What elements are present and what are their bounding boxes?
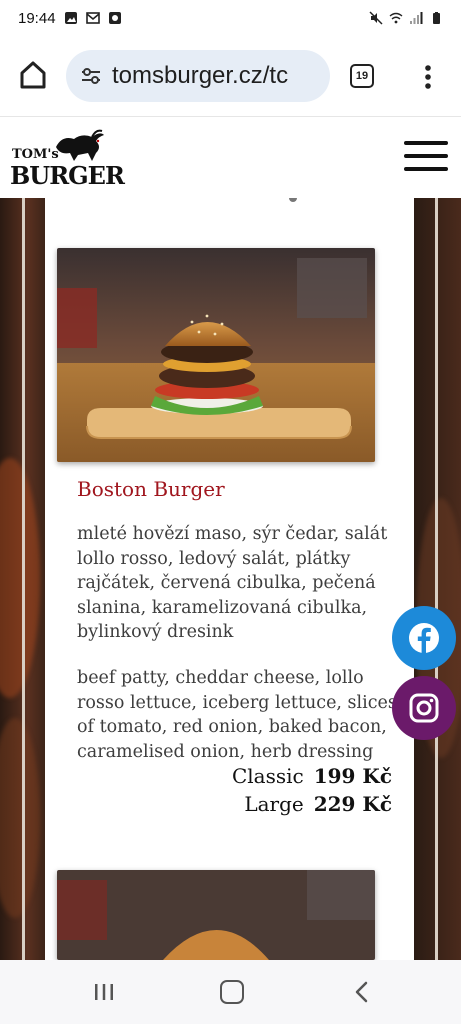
status-right xyxy=(369,11,443,25)
menu-card: Boston Burger mleté hovězí maso, sýr čed… xyxy=(45,198,414,960)
scroll-mark xyxy=(289,198,297,202)
photo-icon xyxy=(64,12,77,24)
battery-icon xyxy=(433,12,440,24)
system-navigation-bar xyxy=(0,960,461,1024)
next-item-photo xyxy=(57,870,375,960)
signal-icon xyxy=(410,12,423,24)
wifi-icon xyxy=(389,12,403,24)
url-text[interactable]: tomsburger.cz/tc xyxy=(112,62,288,90)
background-stripe xyxy=(435,198,438,960)
instagram-button[interactable] xyxy=(392,676,456,740)
item-description-en: beef patty, cheddar cheese, lollo rosso … xyxy=(77,668,397,762)
recent-apps-icon[interactable] xyxy=(92,980,116,1004)
more-options-icon[interactable] xyxy=(418,62,438,92)
gmail-icon xyxy=(85,12,100,24)
price-row-classic: Classic 199 Kč xyxy=(232,764,392,788)
logo-text-bottom: BURGER xyxy=(10,161,125,190)
tab-switcher-button[interactable]: 19 xyxy=(350,64,374,88)
status-time: 19:44 xyxy=(18,9,56,27)
background-blur xyxy=(0,718,40,918)
facebook-button[interactable] xyxy=(392,606,456,670)
status-left: 19:44 xyxy=(18,10,122,27)
hamburger-menu-icon[interactable] xyxy=(404,141,448,175)
price-row-large: Large 229 Kč xyxy=(244,792,392,816)
logo-text-top: TOM's xyxy=(12,147,59,162)
page-background: Boston Burger mleté hovězí maso, sýr čed… xyxy=(0,198,461,960)
background-stripe xyxy=(22,198,25,960)
price-value: 199 Kč xyxy=(313,764,392,788)
address-bar[interactable]: tomsburger.cz/tc xyxy=(66,50,330,102)
price-label: Classic xyxy=(231,764,304,788)
status-bar: 19:44 xyxy=(0,0,461,36)
facebook-icon xyxy=(409,623,439,653)
app-icon xyxy=(108,12,121,24)
browser-toolbar: tomsburger.cz/tc 19 xyxy=(0,36,461,116)
site-logo[interactable]: TOM's BURGER xyxy=(10,127,125,190)
back-icon[interactable] xyxy=(352,980,372,1004)
mute-icon xyxy=(369,11,383,25)
instagram-icon xyxy=(409,693,439,723)
price-value: 229 Kč xyxy=(313,792,392,816)
item-description-cz: mleté hovězí maso, sýr čedar, salát loll… xyxy=(77,524,388,642)
site-header: TOM's BURGER xyxy=(0,116,461,198)
item-title: Boston Burger xyxy=(77,477,225,501)
background-blur xyxy=(0,458,40,698)
burger-photo xyxy=(57,248,375,462)
home-nav-icon[interactable] xyxy=(220,980,244,1004)
bull-icon xyxy=(56,129,104,161)
site-settings-icon[interactable] xyxy=(80,65,102,87)
home-icon[interactable] xyxy=(16,58,50,92)
price-label: Large xyxy=(244,792,304,816)
